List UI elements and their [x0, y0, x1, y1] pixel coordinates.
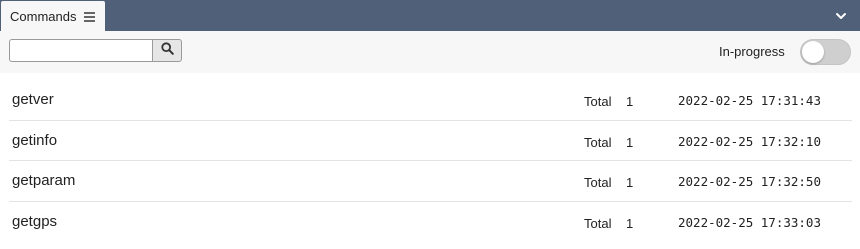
search-button[interactable] — [152, 39, 182, 62]
command-name: getparam — [12, 172, 76, 189]
panel-header: Commands — [0, 0, 860, 32]
tab-commands[interactable]: Commands — [1, 1, 105, 32]
list-item[interactable]: getver Total 1 2022-02-25 17:31:43 — [9, 80, 852, 121]
inprogress-toggle[interactable] — [800, 39, 851, 65]
total-label: Total — [584, 94, 612, 109]
total-count: 1 — [626, 175, 634, 190]
command-name: getgps — [12, 212, 58, 230]
command-name: getinfo — [12, 131, 58, 149]
total-count: 1 — [626, 215, 634, 231]
list-item[interactable]: getparam Total 1 2022-02-25 17:32:50 — [9, 161, 852, 202]
chevron-down-icon[interactable] — [834, 9, 848, 21]
total-label: Total — [584, 215, 612, 231]
search-input[interactable] — [9, 39, 153, 62]
command-name: getver — [12, 91, 54, 108]
total-count: 1 — [626, 94, 634, 109]
list-item[interactable]: getinfo Total 1 2022-02-25 17:32:10 — [9, 121, 852, 161]
timestamp: 2022-02-25 17:33:03 — [678, 214, 821, 230]
tab-label: Commands — [10, 9, 77, 24]
total-label: Total — [584, 175, 612, 190]
inprogress-label: In-progress — [719, 44, 785, 59]
command-list: getver Total 1 2022-02-25 17:31:43 getin… — [0, 80, 860, 242]
toggle-knob — [802, 41, 824, 63]
total-count: 1 — [626, 134, 634, 150]
timestamp: 2022-02-25 17:32:50 — [678, 174, 821, 189]
timestamp: 2022-02-25 17:32:10 — [678, 133, 821, 149]
toolbar: In-progress — [0, 31, 860, 73]
search-icon — [160, 41, 174, 60]
timestamp: 2022-02-25 17:31:43 — [678, 93, 821, 108]
list-item[interactable]: getgps Total 1 2022-02-25 17:33:03 — [9, 202, 852, 243]
hamburger-icon[interactable] — [84, 12, 96, 22]
total-label: Total — [584, 134, 612, 150]
